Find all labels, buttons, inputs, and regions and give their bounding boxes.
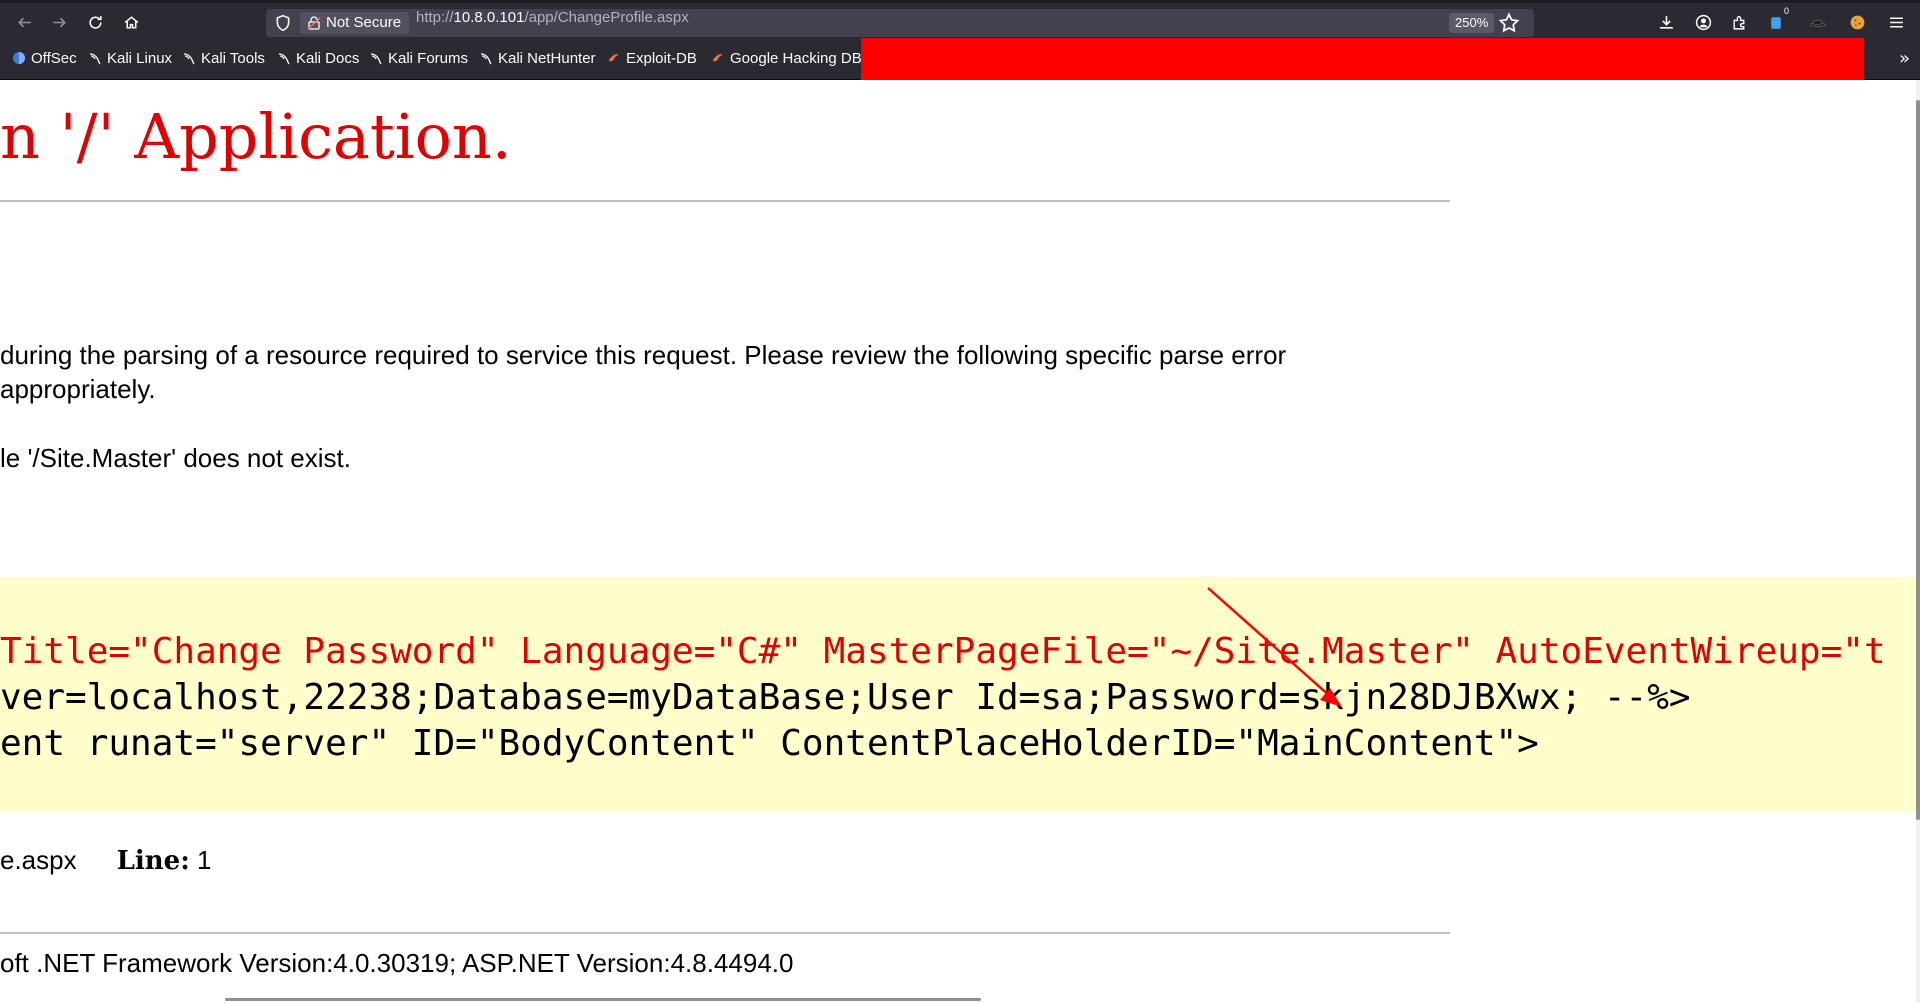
app-menu-button[interactable] <box>1882 9 1910 35</box>
bookmark-label: Kali Docs <box>296 49 360 67</box>
parser-error-message: le '/Site.Master' does not exist. <box>0 443 351 473</box>
error-heading: n '/' Application. <box>0 100 512 173</box>
not-secure-label: Not Secure <box>326 14 402 31</box>
home-icon <box>124 15 138 29</box>
bookmark-label: Kali Linux <box>107 49 173 67</box>
bookmark-label: Exploit-DB <box>626 49 697 67</box>
arrow-left-icon <box>17 17 31 27</box>
divider <box>0 200 1450 202</box>
offsec-icon <box>13 52 25 64</box>
bookmarks-overflow-button[interactable]: » <box>1899 48 1910 69</box>
line-number: 1 <box>197 845 212 875</box>
hat-icon <box>1809 19 1825 27</box>
redaction-box <box>861 38 1864 82</box>
bookmark-offsec[interactable]: OffSec <box>12 47 77 69</box>
bookmark-label: Kali Forums <box>388 49 469 67</box>
reload-button[interactable] <box>81 9 109 35</box>
double-chevron-right-icon: » <box>1898 48 1910 69</box>
insecure-lock-icon <box>307 16 321 30</box>
bookmark-google-hacking-db[interactable]: Google Hacking DB <box>711 47 862 69</box>
exploitdb-icon <box>713 54 723 62</box>
annotation-arrow <box>1207 587 1342 707</box>
browser-window: Not Secure http://10.8.0.101/app/ChangeP… <box>0 0 1920 1003</box>
error-description-line2: appropriately. <box>0 374 156 404</box>
bookmark-kali-forums[interactable]: Kali Forums <box>369 47 468 69</box>
line-label: Line: <box>116 846 190 876</box>
arrow-right-icon <box>52 17 66 27</box>
exploitdb-icon <box>609 54 619 62</box>
kali-dragon-icon <box>183 53 195 65</box>
page-content: n '/' Application. during the parsing of… <box>0 80 1920 1003</box>
forward-button[interactable] <box>45 9 73 35</box>
bookmark-label: Kali NetHunter <box>498 49 596 67</box>
extension-badge-count: 0 <box>1783 6 1789 16</box>
bookmark-label: Google Hacking DB <box>730 49 862 67</box>
reload-icon <box>88 15 102 29</box>
hamburger-menu-icon <box>1889 16 1903 28</box>
account-button[interactable] <box>1689 9 1717 35</box>
extension-icon <box>1770 16 1781 29</box>
extensions-button[interactable] <box>1725 9 1753 35</box>
code-line-connection-string: ver=localhost,22238;Database=myDataBase;… <box>0 677 1691 718</box>
bookmark-kali-docs[interactable]: Kali Docs <box>277 47 359 69</box>
url-prefix: http:// <box>416 9 454 26</box>
horizontal-scrollbar-thumb[interactable] <box>225 998 981 1001</box>
kali-dragon-icon <box>370 53 382 65</box>
extension-foxyproxy-button[interactable]: 0 <box>1762 6 1790 35</box>
extension-cookie-button[interactable] <box>1843 9 1871 35</box>
home-button[interactable] <box>117 9 145 35</box>
downloads-button[interactable] <box>1652 9 1680 35</box>
cookie-icon <box>1850 15 1864 29</box>
error-description-line1: during the parsing of a resource require… <box>0 340 1287 370</box>
kali-dragon-icon <box>278 53 290 65</box>
back-button[interactable] <box>10 9 38 35</box>
kali-dragon-icon <box>89 53 101 65</box>
code-line-content: ent runat="server" ID="BodyContent" Cont… <box>0 723 1539 764</box>
bookmark-label: OffSec <box>31 49 77 67</box>
address-bar[interactable]: Not Secure http://10.8.0.101/app/ChangeP… <box>266 9 1534 37</box>
bookmark-kali-tools[interactable]: Kali Tools <box>182 47 265 69</box>
divider <box>0 932 1450 934</box>
extension-hat-button[interactable] <box>1803 9 1831 35</box>
source-error-code-block: Title="Change Password" Language="C#" Ma… <box>0 577 1916 812</box>
zoom-reset-button[interactable]: 250% <box>1449 13 1495 33</box>
shield-icon[interactable] <box>274 14 292 32</box>
bookmark-star-icon[interactable] <box>1498 12 1520 34</box>
source-file-info: e.aspx Line: 1 <box>0 845 212 876</box>
vertical-scrollbar-thumb[interactable] <box>1916 100 1920 820</box>
bookmark-exploit-db[interactable]: Exploit-DB <box>607 47 697 69</box>
bookmark-kali-linux[interactable]: Kali Linux <box>88 47 172 69</box>
navigation-toolbar: Not Secure http://10.8.0.101/app/ChangeP… <box>0 0 1920 38</box>
puzzle-icon <box>1732 15 1744 30</box>
download-icon <box>1659 15 1673 29</box>
url-path: /app/ChangeProfile.aspx <box>524 9 689 26</box>
vertical-scrollbar[interactable] <box>1916 80 1920 1003</box>
url-text[interactable]: http://10.8.0.101/app/ChangeProfile.aspx <box>416 9 689 37</box>
account-icon <box>1695 14 1711 30</box>
bookmarks-toolbar: OffSec Kali Linux Kali Tools Kali Docs K… <box>0 38 1920 82</box>
kali-dragon-icon <box>480 53 492 65</box>
source-file-name: e.aspx <box>0 845 77 875</box>
version-information: oft .NET Framework Version:4.0.30319; AS… <box>0 948 794 978</box>
bookmark-label: Kali Tools <box>201 49 265 67</box>
not-secure-badge[interactable]: Not Secure <box>300 12 410 34</box>
bookmark-kali-nethunter[interactable]: Kali NetHunter <box>479 47 596 69</box>
code-line-error: Title="Change Password" Language="C#" Ma… <box>0 631 1886 672</box>
url-host: 10.8.0.101 <box>453 9 525 26</box>
